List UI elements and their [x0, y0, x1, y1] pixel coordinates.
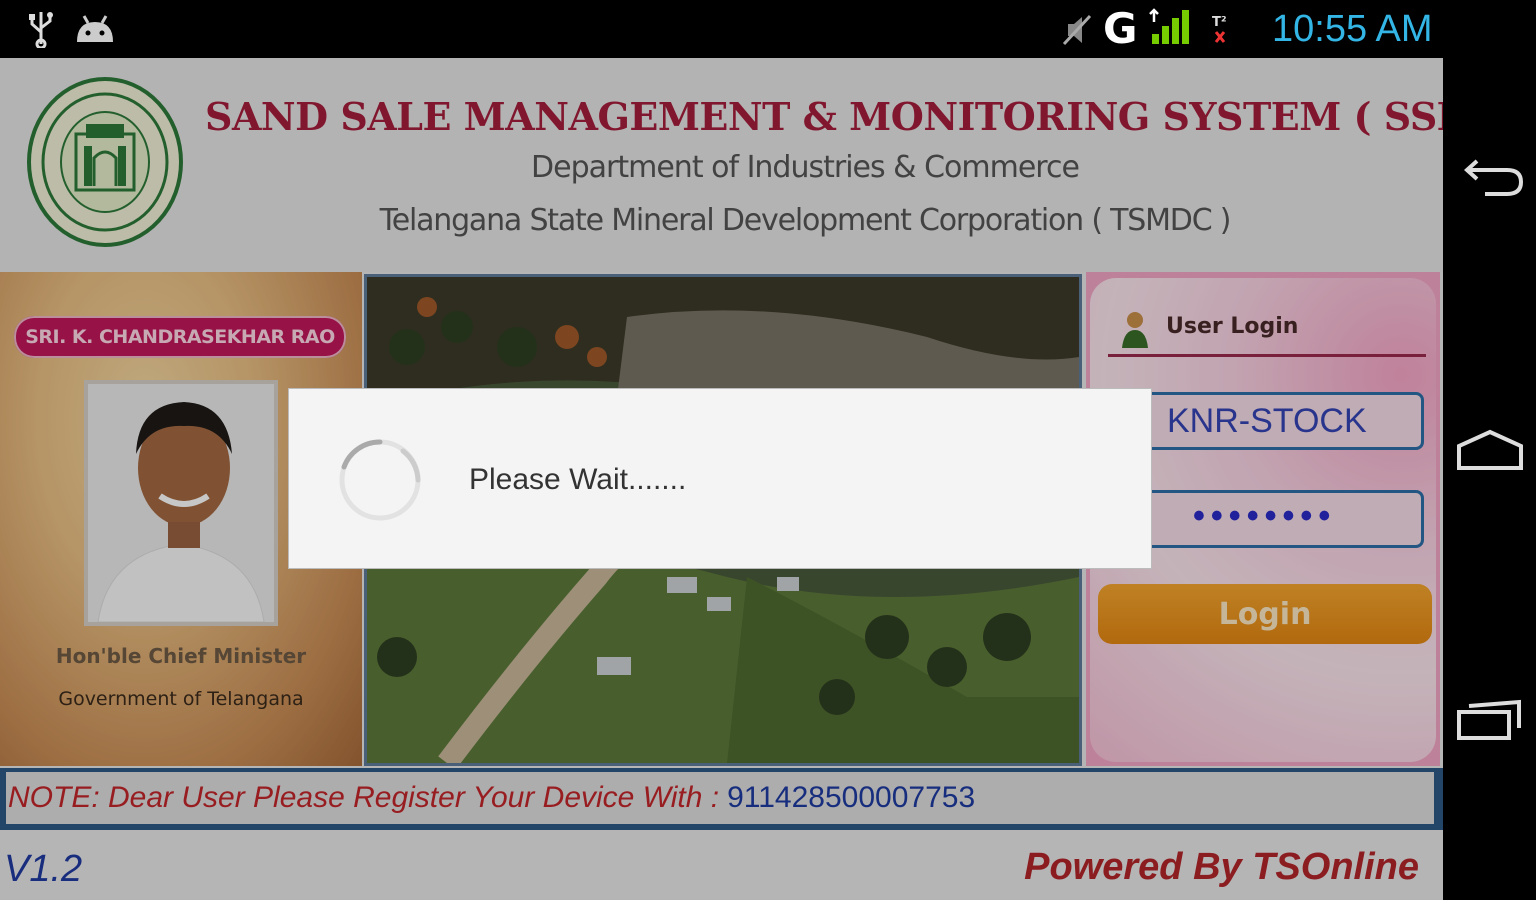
- sim-2-icon: T²: [1212, 15, 1227, 43]
- home-icon: [1457, 429, 1523, 470]
- back-icon: [1464, 159, 1524, 196]
- system-nav-bar: [1443, 58, 1536, 900]
- back-button[interactable]: [1455, 150, 1525, 210]
- progress-dialog: Please Wait.......: [288, 388, 1152, 569]
- network-type-label: G: [1103, 4, 1138, 53]
- status-clock: 10:55 AM: [1272, 8, 1433, 50]
- dialog-message: Please Wait.......: [469, 463, 687, 496]
- loading-spinner-icon: [339, 439, 421, 521]
- signal-icon: [1149, 8, 1189, 44]
- usb-icon: [29, 12, 53, 48]
- android-debug-icon: [77, 15, 113, 42]
- recent-apps-icon: [1457, 699, 1521, 740]
- mute-icon: [1062, 14, 1092, 46]
- recent-apps-button[interactable]: [1455, 690, 1525, 750]
- status-bar: G T² 10:55 AM: [0, 0, 1536, 58]
- home-button[interactable]: [1455, 420, 1525, 480]
- svg-text:T²: T²: [1212, 15, 1227, 30]
